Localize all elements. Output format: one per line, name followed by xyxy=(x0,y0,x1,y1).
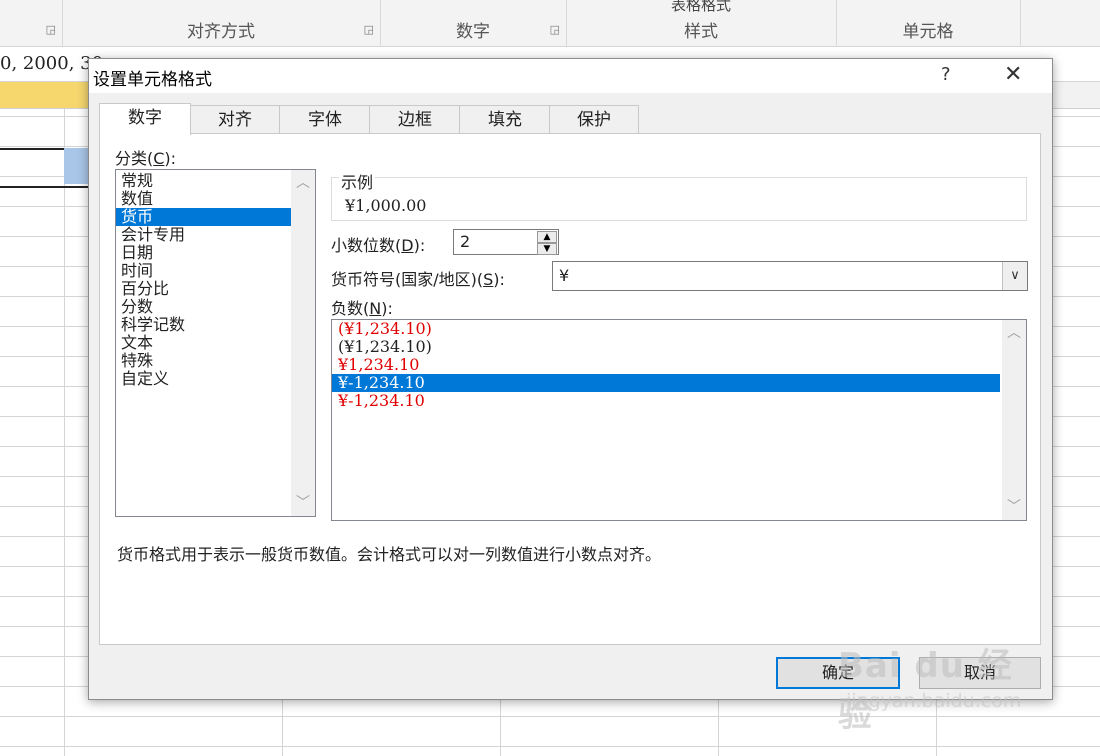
ribbon-group-label: 单元格 xyxy=(902,22,954,42)
tab-number[interactable]: 数字 xyxy=(99,103,191,135)
category-item[interactable]: 文本 xyxy=(116,334,293,352)
selected-column-header[interactable] xyxy=(0,82,65,108)
negative-format-item[interactable]: ¥1,234.10 xyxy=(332,356,1000,374)
negative-format-item[interactable]: (¥1,234.10) xyxy=(332,320,1000,338)
format-description: 货币格式用于表示一般货币数值。会计格式可以对一列数值进行小数点对齐。 xyxy=(117,545,662,564)
excel-ribbon: ◲ 对齐方式 ◲ 数字 ◲ 表格格式 样式 单元格 xyxy=(0,0,1100,47)
category-item[interactable]: 常规 xyxy=(116,172,293,190)
ribbon-group-number: 数字 ◲ xyxy=(380,0,567,46)
watermark-url: jingyan.baidu.com xyxy=(846,690,1022,712)
format-as-table-label[interactable]: 表格格式 xyxy=(566,0,836,15)
currency-symbol-label: 货币符号(国家/地区)(S): xyxy=(331,270,505,289)
spin-up-icon[interactable]: ▲ xyxy=(537,231,557,243)
currency-symbol-select[interactable]: ¥ ∨ xyxy=(552,261,1028,291)
sample-legend: 示例 xyxy=(339,169,376,193)
close-icon[interactable]: ✕ xyxy=(1004,62,1022,87)
ribbon-group-font: ◲ xyxy=(0,0,63,46)
watermark-logo: Bai du 经验 xyxy=(838,646,1013,735)
dialog-launcher-icon[interactable]: ◲ xyxy=(46,23,56,36)
ribbon-group-cells: 单元格 xyxy=(836,0,1021,46)
negative-numbers-label: 负数(N): xyxy=(331,299,393,318)
tab-border[interactable]: 边框 xyxy=(369,105,461,134)
dialog-launcher-icon[interactable]: ◲ xyxy=(550,23,560,36)
scroll-up-icon[interactable]: ︿ xyxy=(291,172,315,192)
sample-group xyxy=(331,177,1027,221)
ribbon-group-alignment: 对齐方式 ◲ xyxy=(62,0,381,46)
dialog-launcher-icon[interactable]: ◲ xyxy=(364,23,374,36)
sample-value: ¥1,000.00 xyxy=(345,196,427,215)
selected-cell[interactable] xyxy=(64,148,90,184)
dialog-title-bar[interactable]: 设置单元格格式 ? ✕ xyxy=(89,59,1052,93)
tab-alignment[interactable]: 对齐 xyxy=(189,105,281,134)
category-item[interactable]: 日期 xyxy=(116,244,293,262)
dialog-tabs: 数字 对齐 字体 边框 填充 保护 xyxy=(99,103,1039,135)
decimal-places-label: 小数位数(D): xyxy=(331,236,426,255)
negative-numbers-list[interactable]: (¥1,234.10) (¥1,234.10) ¥1,234.10 ¥-1,23… xyxy=(331,319,1027,521)
category-label: 分类(C): xyxy=(115,149,177,168)
category-scrollbar[interactable]: ︿ ﹀ xyxy=(291,170,315,516)
category-item[interactable]: 百分比 xyxy=(116,280,293,298)
ribbon-group-label: 数字 xyxy=(456,22,490,42)
scroll-up-icon[interactable]: ︿ xyxy=(1002,322,1026,342)
tab-protection[interactable]: 保护 xyxy=(549,105,639,134)
format-cells-dialog: 设置单元格格式 ? ✕ 数字 对齐 字体 边框 填充 保护 分类(C): 常规 … xyxy=(88,58,1053,700)
spin-down-icon[interactable]: ▼ xyxy=(537,243,557,255)
cell-border xyxy=(0,186,90,188)
scroll-down-icon[interactable]: ﹀ xyxy=(1002,496,1026,516)
ribbon-group-label: 样式 xyxy=(684,22,718,42)
chevron-down-icon[interactable]: ∨ xyxy=(1002,262,1027,290)
category-item[interactable]: 科学记数 xyxy=(116,316,293,334)
selected-column-header[interactable] xyxy=(64,82,90,108)
decimal-places-value[interactable]: 2 xyxy=(460,232,470,251)
negative-list-scrollbar[interactable]: ︿ ﹀ xyxy=(1002,320,1026,520)
ribbon-group-label: 对齐方式 xyxy=(187,22,255,42)
dialog-title: 设置单元格格式 xyxy=(93,70,212,90)
ribbon-group-styles: 表格格式 样式 xyxy=(566,0,837,46)
negative-format-item[interactable]: ¥-1,234.10 xyxy=(332,392,1000,410)
scroll-down-icon[interactable]: ﹀ xyxy=(291,492,315,512)
category-list[interactable]: 常规 数值 货币 会计专用 日期 时间 百分比 分数 科学记数 文本 特殊 自定… xyxy=(115,169,316,517)
negative-format-item[interactable]: (¥1,234.10) xyxy=(332,338,1000,356)
category-item[interactable]: 分数 xyxy=(116,298,293,316)
spin-buttons[interactable]: ▲ ▼ xyxy=(537,231,557,255)
baidu-jingyan-watermark: Bai du 经验 jingyan.baidu.com xyxy=(838,638,1043,735)
category-item-selected[interactable]: 货币 xyxy=(116,208,293,226)
negative-format-item-selected[interactable]: ¥-1,234.10 xyxy=(332,374,1000,392)
help-icon[interactable]: ? xyxy=(941,64,951,85)
category-item[interactable]: 特殊 xyxy=(116,352,293,370)
tab-font[interactable]: 字体 xyxy=(279,105,371,134)
category-item[interactable]: 数值 xyxy=(116,190,293,208)
decimal-places-stepper[interactable]: 2 ▲ ▼ xyxy=(453,229,559,255)
category-item[interactable]: 时间 xyxy=(116,262,293,280)
tab-fill[interactable]: 填充 xyxy=(459,105,551,134)
category-item[interactable]: 会计专用 xyxy=(116,226,293,244)
category-item[interactable]: 自定义 xyxy=(116,370,293,388)
currency-symbol-value: ¥ xyxy=(559,266,570,285)
